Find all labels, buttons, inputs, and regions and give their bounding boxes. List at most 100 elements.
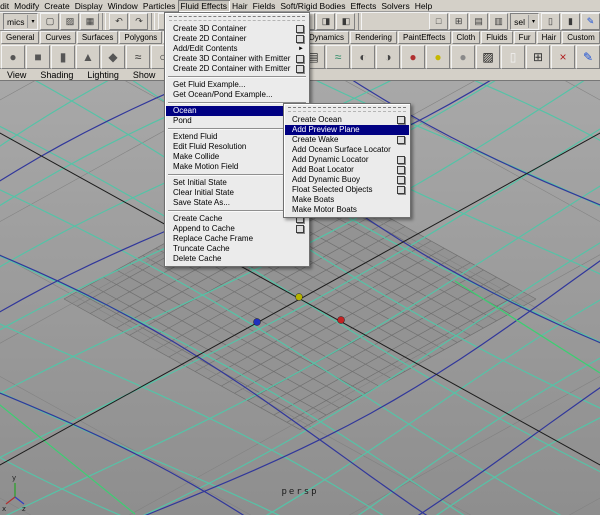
selection-mask-selector[interactable]: sel ▾: [510, 13, 539, 30]
menu-item[interactable]: Truncate Cache ►: [166, 244, 308, 254]
menu-item[interactable]: Make Motor Boats ►: [285, 205, 409, 215]
shelf-shaded-sphere-icon[interactable]: ◐: [351, 44, 375, 69]
hypershade-icon[interactable]: ▤: [469, 13, 489, 30]
blue-cv-marker[interactable]: [253, 318, 261, 326]
menu-set-selector[interactable]: mics ▾: [3, 13, 39, 30]
shelf-grid-icon[interactable]: ⊞: [526, 44, 550, 69]
option-box-icon[interactable]: [296, 55, 304, 63]
menu-item[interactable]: Create Wake ►: [285, 135, 409, 145]
option-box-icon[interactable]: [397, 156, 405, 164]
shelf-gray-swatch-icon[interactable]: ●: [451, 44, 475, 69]
shelf-tab[interactable]: Dynamics: [303, 31, 350, 44]
shelf-cube-icon[interactable]: ■: [26, 44, 50, 69]
menu-item[interactable]: Add Boat Locator ►: [285, 165, 409, 175]
menu-tearoff-handle[interactable]: [288, 107, 406, 112]
menu-item[interactable]: Create 2D Container ►: [166, 34, 308, 44]
shelf-sphere-icon[interactable]: ●: [1, 44, 25, 69]
menubar-item[interactable]: Fluid Effects: [177, 0, 230, 12]
status-button[interactable]: [102, 13, 107, 30]
new-scene-icon[interactable]: ▢: [40, 13, 60, 30]
menubar-item[interactable]: Display: [72, 0, 105, 12]
menu-item[interactable]: Replace Cache Frame ►: [166, 234, 308, 244]
save-scene-icon[interactable]: ▦: [80, 13, 100, 30]
paint-brush-icon[interactable]: ✎: [581, 13, 600, 30]
shelf-shaded-sphere2-icon[interactable]: ◑: [376, 44, 400, 69]
option-box-icon[interactable]: [296, 65, 304, 73]
menubar-item[interactable]: Create: [42, 0, 73, 12]
menubar-item[interactable]: Fields: [250, 0, 278, 12]
option-box-icon[interactable]: [397, 186, 405, 194]
shelf-cylinder-icon[interactable]: ▮: [51, 44, 75, 69]
ipr-render-icon[interactable]: ◨: [316, 13, 336, 30]
option-box-icon[interactable]: [397, 166, 405, 174]
open-scene-icon[interactable]: ▨: [60, 13, 80, 30]
status-button[interactable]: [151, 13, 156, 30]
menubar-item[interactable]: Modify: [12, 0, 42, 12]
shelf-tab[interactable]: Fur: [513, 31, 536, 44]
option-box-icon[interactable]: [296, 25, 304, 33]
red-cv-marker[interactable]: [337, 316, 345, 324]
menubar-item[interactable]: Effects: [348, 0, 379, 12]
status-button[interactable]: [358, 13, 363, 30]
menu-item[interactable]: Add Ocean Surface Locator ►: [285, 145, 409, 155]
panel-menu-item[interactable]: Show: [126, 69, 163, 81]
outliner-icon[interactable]: ▥: [489, 13, 509, 30]
menu-item[interactable]: Create Ocean ►: [285, 115, 409, 125]
menubar-item[interactable]: Soft/Rigid Bodies: [278, 0, 348, 12]
shelf-red-swatch-icon[interactable]: ●: [401, 44, 425, 69]
shelf-brush-icon[interactable]: ✎: [576, 44, 600, 69]
menu-item[interactable]: Create 3D Container ►: [166, 24, 308, 34]
channel-box-icon[interactable]: ▮: [561, 13, 580, 30]
shelf-tab[interactable]: Rendering: [350, 31, 397, 44]
shelf-tab[interactable]: Curves: [40, 31, 76, 44]
option-box-icon[interactable]: [296, 225, 304, 233]
menu-item[interactable]: Add Preview Plane ►: [285, 125, 409, 135]
shelf-tab[interactable]: PaintEffects: [397, 31, 451, 44]
menubar-item[interactable]: Solvers: [379, 0, 412, 12]
menu-item[interactable]: Add Dynamic Buoy ►: [285, 175, 409, 185]
undo-icon[interactable]: ↶: [109, 13, 129, 30]
panel-menu-item[interactable]: Lighting: [80, 69, 126, 81]
menu-tearoff-handle[interactable]: [169, 16, 305, 21]
shelf-curve-icon[interactable]: ≈: [126, 44, 150, 69]
menubar-item[interactable]: Particles: [140, 0, 178, 12]
menu-item[interactable]: Float Selected Objects ►: [285, 185, 409, 195]
menubar-item[interactable]: Help: [412, 0, 434, 12]
menu-item[interactable]: Make Boats ►: [285, 195, 409, 205]
shelf-ocean-icon[interactable]: ≈: [326, 44, 350, 69]
option-box-icon[interactable]: [397, 116, 405, 124]
option-box-icon[interactable]: [397, 136, 405, 144]
attribute-editor-icon[interactable]: ▯: [541, 13, 560, 30]
menu-item[interactable]: Create 2D Container with Emitter ►: [166, 64, 308, 74]
menu-item[interactable]: Get Fluid Example... ►: [166, 80, 308, 90]
shelf-tab[interactable]: General: [1, 31, 40, 44]
shelf-tab[interactable]: Cloth: [451, 31, 481, 44]
yellow-cv-marker[interactable]: [295, 293, 303, 301]
menubar-item[interactable]: Window: [105, 0, 140, 12]
render-settings-icon[interactable]: ◧: [336, 13, 356, 30]
menubar-item[interactable]: Edit: [0, 0, 12, 12]
layout-single-pane-icon[interactable]: □: [429, 13, 449, 30]
shelf-tab[interactable]: Surfaces: [76, 31, 119, 44]
menu-item[interactable]: Get Ocean/Pond Example... ►: [166, 90, 308, 100]
menubar-item[interactable]: Hair: [230, 0, 251, 12]
shelf-page-icon[interactable]: ▯: [501, 44, 525, 69]
menu-item[interactable]: Add Dynamic Locator ►: [285, 155, 409, 165]
menu-item[interactable]: Create 3D Container with Emitter ►: [166, 54, 308, 64]
shelf-tab[interactable]: Fluids: [481, 31, 513, 44]
panel-menu-item[interactable]: Shading: [33, 69, 80, 81]
shelf-plane-icon[interactable]: ◆: [101, 44, 125, 69]
shelf-cone-icon[interactable]: ▲: [76, 44, 100, 69]
shelf-tab[interactable]: Hair: [536, 31, 562, 44]
shelf-tab[interactable]: Polygons: [119, 31, 163, 44]
menu-item[interactable]: Append to Cache ►: [166, 224, 308, 234]
shelf-delete-icon[interactable]: ×: [551, 44, 575, 69]
redo-icon[interactable]: ↷: [129, 13, 149, 30]
panel-menu-item[interactable]: View: [0, 69, 33, 81]
layout-four-pane-icon[interactable]: ⊞: [449, 13, 469, 30]
shelf-clapperboard-icon[interactable]: ▨: [476, 44, 500, 69]
shelf-tab[interactable]: Custom: [562, 31, 600, 44]
menu-item[interactable]: Add/Edit Contents ►: [166, 44, 308, 54]
option-box-icon[interactable]: [296, 35, 304, 43]
shelf-yellow-swatch-icon[interactable]: ●: [426, 44, 450, 69]
